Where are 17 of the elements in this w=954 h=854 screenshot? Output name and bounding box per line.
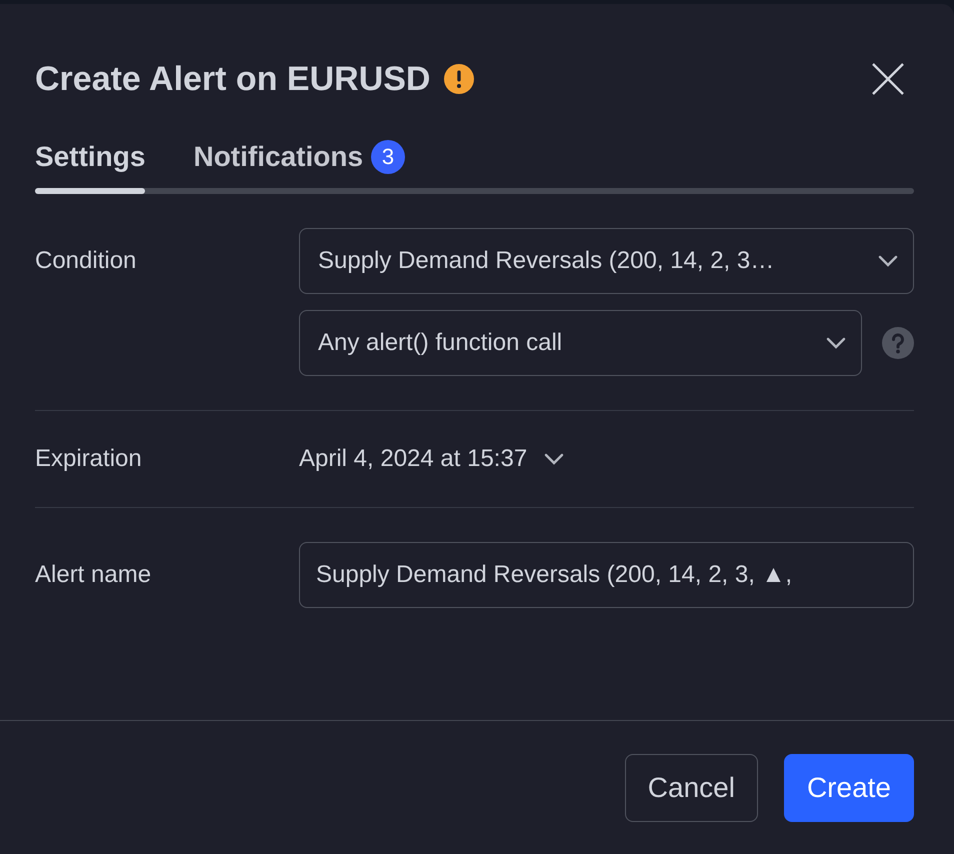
chevron-down-icon: [877, 254, 899, 268]
field-label: Alert name: [35, 560, 152, 590]
count-badge: 3: [371, 140, 406, 174]
tab[interactable]: Notifications 3: [193, 140, 406, 188]
create-button[interactable]: Create: [784, 754, 914, 822]
chevron-down-icon: [825, 336, 847, 350]
dropdown-select[interactable]: Supply Demand Reversals (200, 14, 2, 3…: [299, 228, 914, 294]
field-label: Expiration: [35, 445, 143, 473]
dialog-title: Create Alert on EURUSD: [35, 60, 430, 98]
field-label: Condition: [35, 246, 138, 276]
alert-name-field[interactable]: Supply Demand Reversals (200, 14, 2, 3, ▲,: [299, 542, 914, 608]
dropdown-select[interactable]: Any alert() function call: [299, 310, 862, 376]
close-button[interactable]: [870, 61, 906, 97]
chevron-down-icon: [543, 452, 566, 466]
cancel-button[interactable]: Cancel: [624, 754, 758, 822]
expiration-dropdown[interactable]: April 4, 2024 at 15:37: [299, 445, 914, 473]
tab[interactable]: Settings: [35, 140, 146, 188]
